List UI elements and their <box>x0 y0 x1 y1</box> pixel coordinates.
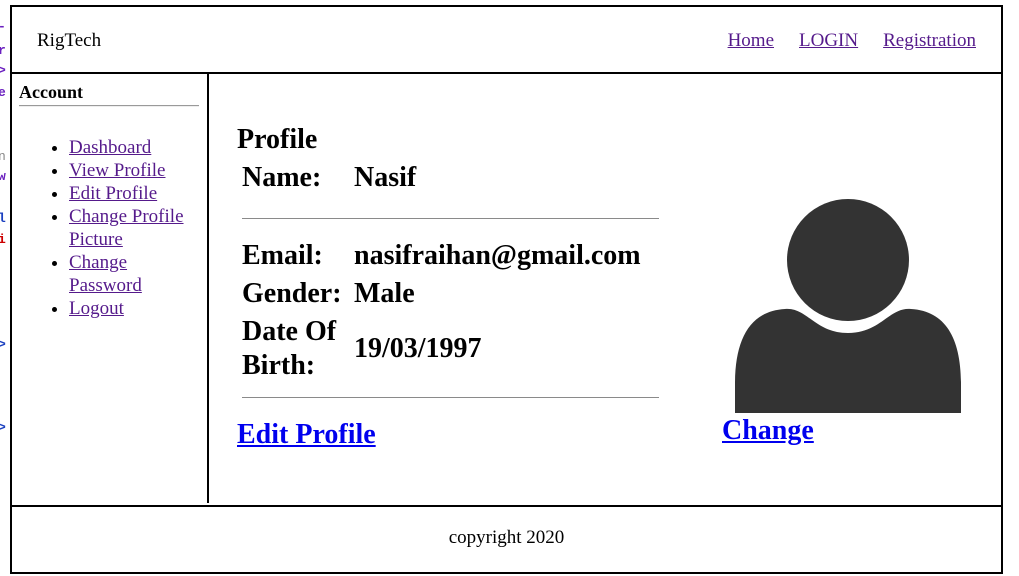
name-label: Name: <box>242 162 322 193</box>
divider-row-bottom <box>241 386 660 408</box>
gender-label: Gender: <box>242 278 342 309</box>
brand-logo-text: RigTech <box>37 30 102 51</box>
divider-cell-bottom <box>241 386 660 408</box>
sidebar-item-logout: Logout <box>69 297 199 320</box>
name-value: Nasif <box>354 162 417 193</box>
sidebar-item-change-picture: Change Profile Picture <box>69 205 199 251</box>
sidebar-title: Account <box>19 82 83 102</box>
background-code-edge: - r > e n w l i > > <box>0 20 6 435</box>
sidebar-item-edit-profile: Edit Profile <box>69 182 199 205</box>
footer: copyright 2020 <box>12 505 1001 572</box>
gender-value: Male <box>354 278 415 309</box>
email-row: Email: nasifraihan@gmail.com <box>241 238 660 274</box>
dob-value: 19/03/1997 <box>354 333 482 364</box>
dashboard-link[interactable]: Dashboard <box>69 137 151 158</box>
email-value: nasifraihan@gmail.com <box>354 240 641 271</box>
profile-info-table: Name: Nasif Email: nasifraihan@gmail.com… <box>239 156 662 410</box>
divider-row <box>241 200 660 236</box>
sidebar: Account Dashboard View Profile Edit Prof… <box>12 74 209 503</box>
change-picture-link[interactable]: Change <box>722 415 814 447</box>
change-password-link[interactable]: Change Password <box>69 252 142 296</box>
sidebar-item-dashboard: Dashboard <box>69 136 199 159</box>
nav-login-link[interactable]: LOGIN <box>799 30 858 52</box>
name-row: Name: Nasif <box>241 158 660 198</box>
sidebar-item-change-password: Change Password <box>69 251 199 297</box>
view-profile-link[interactable]: View Profile <box>69 160 165 181</box>
sidebar-divider <box>19 105 199 107</box>
profile-title: Profile <box>237 124 318 155</box>
edit-profile-link[interactable]: Edit Profile <box>237 419 376 451</box>
header: RigTech Home LOGIN Registration <box>12 7 1001 74</box>
change-profile-picture-link[interactable]: Change Profile Picture <box>69 206 184 250</box>
info-divider-bottom <box>242 396 659 398</box>
sidebar-menu: Dashboard View Profile Edit Profile Chan… <box>29 136 199 320</box>
divider-cell <box>241 200 660 236</box>
sidebar-item-view-profile: View Profile <box>69 159 199 182</box>
top-nav: Home LOGIN Registration <box>728 30 976 52</box>
email-label: Email: <box>242 240 323 271</box>
user-silhouette-icon <box>735 199 961 413</box>
dob-row: Date Of Birth: 19/03/1997 <box>241 314 660 384</box>
gender-row: Gender: Male <box>241 276 660 312</box>
copyright-text: copyright 2020 <box>448 527 565 548</box>
nav-home-link[interactable]: Home <box>728 30 774 52</box>
info-divider <box>242 217 659 219</box>
logout-link[interactable]: Logout <box>69 298 124 319</box>
main-content: Profile Name: Nasif Email: nasifraihan@g… <box>209 74 1001 503</box>
edit-profile-sidebar-link[interactable]: Edit Profile <box>69 183 157 204</box>
page-frame: RigTech Home LOGIN Registration Account … <box>10 5 1003 574</box>
dob-label: Date Of Birth: <box>242 316 337 381</box>
nav-registration-link[interactable]: Registration <box>883 30 976 52</box>
